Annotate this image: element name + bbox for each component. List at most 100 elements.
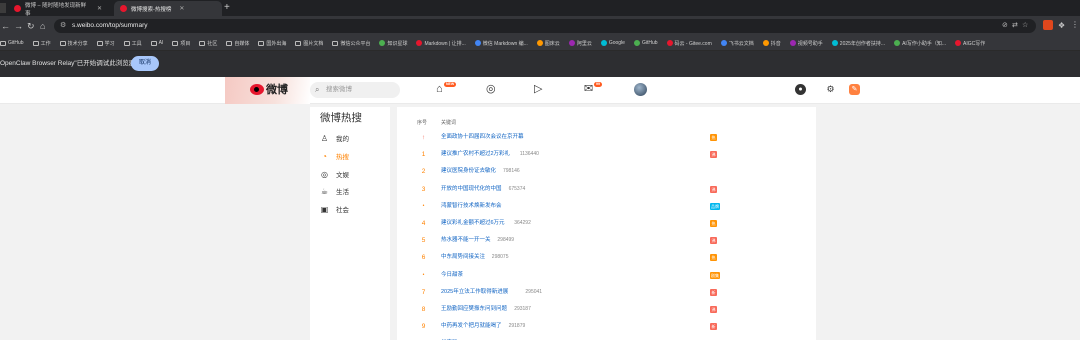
bookmark-item[interactable]: 2025年创作者扶持... bbox=[831, 40, 885, 47]
infobar-message: OpenClaw Browser Relay"已开始调试此浏览器 bbox=[0, 60, 136, 67]
table-row[interactable]: 8 王励勤回应樊振东问到问题 293187 沸 bbox=[397, 303, 816, 316]
bookmark-item[interactable]: 抖音 bbox=[762, 40, 781, 47]
bookmark-item[interactable]: 阿里云 bbox=[568, 40, 592, 47]
bookmark-item[interactable]: 工作 bbox=[32, 40, 51, 47]
bookmark-item[interactable]: 工具 bbox=[123, 40, 142, 47]
bookmark-item[interactable]: 技术分享 bbox=[59, 40, 88, 47]
video-icon[interactable]: ▷ bbox=[534, 83, 542, 96]
bookmark-item[interactable]: AI写作小助手（知... bbox=[894, 40, 946, 47]
table-row[interactable]: 4 建议彩礼金额不超过6万元 364292 热 bbox=[397, 217, 816, 230]
menu-icon[interactable]: ⋮ bbox=[1071, 20, 1079, 30]
sidebar-item-entertainment[interactable]: ◎ 文娱 bbox=[320, 168, 349, 180]
sidebar-item-label: 文娱 bbox=[336, 172, 349, 179]
sidebar-item-society[interactable]: ▣ 社会 bbox=[320, 203, 349, 215]
table-row[interactable]: • 今日甜茶 剧集 bbox=[397, 269, 816, 282]
avatar[interactable] bbox=[634, 83, 647, 96]
compose-icon[interactable]: ✎ bbox=[849, 84, 860, 95]
bookmark-item[interactable]: 知识星球 bbox=[379, 40, 407, 47]
rank-number: 4 bbox=[421, 220, 426, 227]
folder-icon bbox=[0, 40, 6, 46]
site-info-icon[interactable]: ⚙ bbox=[60, 22, 66, 30]
bookmark-item[interactable]: 视频号助手 bbox=[789, 40, 823, 47]
bookmark-item[interactable]: AI bbox=[150, 40, 163, 46]
topic-link[interactable]: 全面政协十四届四次会议在京开幕 bbox=[441, 131, 524, 144]
address-bar[interactable]: ⚙ s.weibo.com/top/summary ⊘ ⇄ ☆ bbox=[54, 19, 1036, 33]
bookmark-item[interactable]: 飞书云文档 bbox=[720, 40, 754, 47]
topic-link[interactable]: 今日甜茶 bbox=[441, 269, 463, 282]
bookmark-item[interactable]: 项目 bbox=[172, 40, 190, 47]
heat-count: 798146 bbox=[503, 168, 520, 175]
mail-count-badge: 99 bbox=[594, 82, 602, 87]
bookmark-label: AI写作小助手（知... bbox=[902, 40, 946, 47]
translate-icon[interactable]: ⇄ bbox=[1012, 22, 1018, 30]
bookmark-item[interactable]: Markdown | 让排... bbox=[416, 40, 466, 47]
topic-link[interactable]: 建议医院身份证去敏化 bbox=[441, 165, 496, 178]
table-row[interactable]: 5 热水器不能一开一关 298499 沸 bbox=[397, 234, 816, 247]
sidebar-item-mine[interactable]: ♙ 我的 bbox=[320, 132, 349, 144]
bookmark-item[interactable]: 图床云 bbox=[536, 40, 560, 47]
forward-icon[interactable]: → bbox=[14, 21, 23, 31]
topic-link[interactable]: 建议彩礼金额不超过6万元 bbox=[441, 217, 505, 230]
browser-tab-active[interactable]: 微博搜索-热搜榜 ✕ bbox=[114, 1, 222, 16]
topic-link[interactable]: 中东局势间接关注 bbox=[441, 251, 485, 264]
reload-icon[interactable]: ↻ bbox=[27, 21, 35, 31]
url-text: s.weibo.com/top/summary bbox=[72, 22, 148, 29]
new-tab-button[interactable]: + bbox=[224, 2, 230, 14]
eye-off-icon[interactable]: ⊘ bbox=[1002, 22, 1008, 30]
topic-link[interactable]: 热水器不能一开一关 bbox=[441, 234, 491, 247]
chat-icon[interactable]: ● bbox=[795, 84, 806, 95]
mail-icon[interactable]: ✉ bbox=[584, 83, 593, 96]
star-icon[interactable]: ☆ bbox=[1022, 22, 1028, 30]
heat-count: 291879 bbox=[508, 323, 526, 330]
weibo-logo-icon[interactable] bbox=[250, 84, 264, 95]
bookmark-item[interactable]: 自媒体 bbox=[226, 40, 249, 47]
table-row[interactable]: 1 建议推广农村不超过2万彩礼 1136440 沸 bbox=[397, 148, 816, 161]
home-icon[interactable]: ⌂ bbox=[40, 21, 45, 31]
topic-link[interactable]: 王励勤回应樊振东问到问题 bbox=[441, 303, 507, 316]
topic-link[interactable]: 鸿蒙智行技术焕新发布会 bbox=[441, 200, 502, 213]
browser-tab[interactable]: 微博 – 随时随地发现新鲜事 ✕ bbox=[8, 1, 108, 17]
topic-link[interactable]: 建议推广农村不超过2万彩礼 bbox=[441, 148, 510, 161]
bookmark-item[interactable]: 图片文档 bbox=[295, 40, 323, 47]
gear-icon[interactable]: ⚙ bbox=[825, 84, 836, 95]
topic-link[interactable]: 中药再发个把月就能喝了 bbox=[441, 320, 502, 333]
home-icon[interactable]: ⌂ bbox=[436, 83, 443, 96]
table-row[interactable]: 7 2025年立法工作取得新进展 295041 新 bbox=[397, 286, 816, 299]
search-input[interactable]: ⌕ 搜索微博 bbox=[310, 82, 400, 98]
close-icon[interactable]: ✕ bbox=[97, 5, 102, 12]
back-icon[interactable]: ← bbox=[1, 21, 10, 31]
bookmark-item[interactable]: GitHub bbox=[633, 40, 658, 46]
table-row[interactable]: 6 中东局势间接关注 298075 热 bbox=[397, 251, 816, 264]
sidebar-item-life[interactable]: ☕ 生活 bbox=[320, 185, 349, 197]
table-row[interactable]: 2 建议医院身份证去敏化 798146 bbox=[397, 165, 816, 178]
weibo-logo-text[interactable]: 微博 bbox=[266, 83, 288, 97]
bookmark-item[interactable]: 微信 Markdown 编... bbox=[474, 40, 528, 47]
site-icon bbox=[474, 40, 481, 46]
bookmark-item[interactable]: 社区 bbox=[199, 40, 217, 47]
close-icon[interactable]: ✕ bbox=[179, 5, 184, 12]
bookmark-item[interactable]: 码云 - Gitee.com bbox=[666, 40, 712, 47]
bookmark-item[interactable]: 微信公众平台 bbox=[332, 40, 370, 47]
table-row[interactable]: • 鸿蒙智行技术焕新发布会 品牌 bbox=[397, 200, 816, 213]
sidebar-item-hot[interactable]: ◔ 热搜 bbox=[320, 150, 349, 162]
site-icon bbox=[536, 40, 543, 46]
window-control[interactable] bbox=[0, 3, 6, 13]
topic-link[interactable]: 开放的中国现代化的中国 bbox=[441, 183, 502, 196]
extension-icon[interactable] bbox=[1043, 20, 1053, 30]
table-row[interactable]: 3 开放的中国现代化的中国 675374 沸 bbox=[397, 183, 816, 196]
site-icon bbox=[666, 40, 673, 46]
bookmark-item[interactable]: AIGC写作 bbox=[955, 40, 985, 47]
bookmark-item[interactable]: 学习 bbox=[96, 40, 115, 47]
rank-number: 7 bbox=[421, 288, 426, 296]
hot-icon[interactable]: ◎ bbox=[486, 83, 496, 96]
bookmark-label: 视频号助手 bbox=[797, 40, 823, 47]
table-row[interactable]: ↑ 全面政协十四届四次会议在京开幕 热 bbox=[397, 131, 816, 144]
bookmark-item[interactable]: GitHub bbox=[0, 40, 24, 46]
bookmark-item[interactable]: 国外出海 bbox=[258, 40, 286, 47]
cancel-button[interactable]: 取消 bbox=[131, 56, 159, 71]
extensions-puzzle-icon[interactable]: ❖ bbox=[1058, 21, 1065, 31]
heat-count: 1136440 bbox=[519, 151, 539, 158]
bookmark-item[interactable]: Google bbox=[600, 40, 625, 46]
topic-link[interactable]: 2025年立法工作取得新进展 bbox=[441, 286, 508, 299]
table-row[interactable]: 9 中药再发个把月就能喝了 291879 新 bbox=[397, 320, 816, 333]
